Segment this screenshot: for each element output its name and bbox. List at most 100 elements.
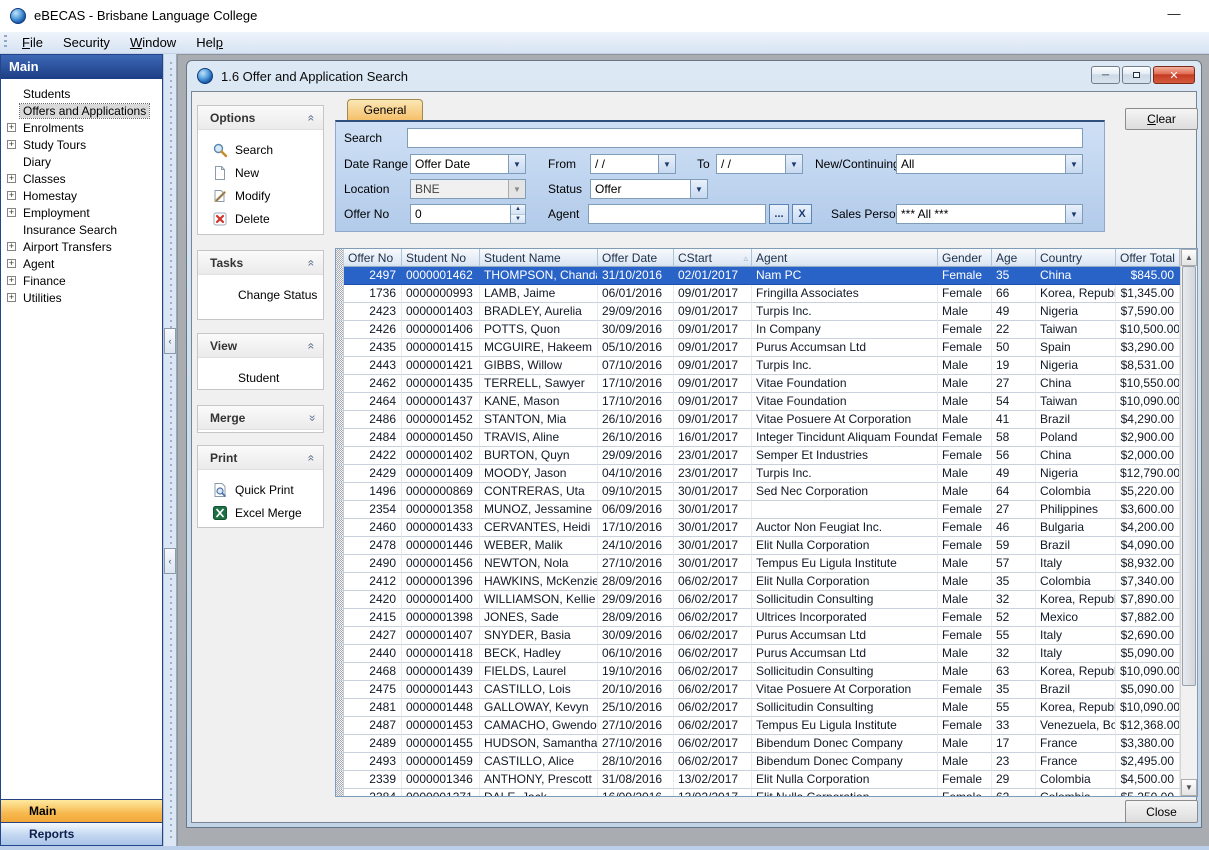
sidebar-item-utilities[interactable]: Utilities xyxy=(20,291,65,305)
table-row[interactable]: 24860000001452STANTON, Mia26/10/201609/0… xyxy=(336,411,1180,429)
task-panel-section-header[interactable]: Tasks « xyxy=(198,251,323,275)
sidebar-tree-item[interactable]: + Finance xyxy=(1,272,162,289)
chevron-double-icon[interactable]: « xyxy=(305,259,319,266)
sidebar-splitter[interactable]: ‹ ‹ xyxy=(163,54,177,846)
search-input[interactable] xyxy=(407,128,1083,148)
column-header-offer-no[interactable]: Offer No xyxy=(344,249,402,267)
sidebar-item-diary[interactable]: Diary xyxy=(20,155,54,169)
scrollbar-thumb[interactable] xyxy=(1182,266,1196,686)
table-row[interactable]: 24870000001453CAMACHO, Gwendolyn27/10/20… xyxy=(336,717,1180,735)
table-row[interactable]: 24290000001409MOODY, Jason04/10/201623/0… xyxy=(336,465,1180,483)
table-row[interactable]: 24400000001418BECK, Hadley06/10/201606/0… xyxy=(336,645,1180,663)
table-row[interactable]: 23840000001371DALE, Jack16/09/201613/02/… xyxy=(336,789,1180,796)
task-item-quick-print[interactable]: Quick Print xyxy=(198,478,323,501)
column-header-agent[interactable]: Agent xyxy=(752,249,938,267)
chevron-down-icon[interactable]: ▼ xyxy=(1065,205,1082,223)
sidebar-tree-item[interactable]: + Diary xyxy=(1,153,162,170)
collapse-sidebar-button-top[interactable]: ‹ xyxy=(164,328,176,354)
spin-down-icon[interactable]: ▼ xyxy=(511,215,525,224)
column-header-country[interactable]: Country xyxy=(1036,249,1116,267)
table-row[interactable]: 24350000001415MCGUIRE, Hakeem05/10/20160… xyxy=(336,339,1180,357)
agent-input[interactable] xyxy=(588,204,766,224)
task-panel-section-header[interactable]: Options « xyxy=(198,106,323,130)
table-row[interactable]: 24270000001407SNYDER, Basia30/09/201606/… xyxy=(336,627,1180,645)
sidebar-tree-item[interactable]: + Agent xyxy=(1,255,162,272)
sidebar-item-insurance-search[interactable]: Insurance Search xyxy=(20,223,120,237)
window-titlebar[interactable]: 1.6 Offer and Application Search ─ ✕ xyxy=(191,61,1197,91)
sidebar-item-enrolments[interactable]: Enrolments xyxy=(20,121,87,135)
table-row[interactable]: 17360000000993LAMB, Jaime06/01/201609/01… xyxy=(336,285,1180,303)
column-header-age[interactable]: Age xyxy=(992,249,1036,267)
menu-item[interactable]: File xyxy=(12,32,53,50)
sidebar-item-homestay[interactable]: Homestay xyxy=(20,189,80,203)
expand-plus-icon[interactable]: + xyxy=(7,174,16,183)
column-header-gender[interactable]: Gender xyxy=(938,249,992,267)
task-item-new[interactable]: New xyxy=(198,161,323,184)
column-header-offer-total[interactable]: Offer Total xyxy=(1116,249,1180,267)
table-row[interactable]: 24680000001439FIELDS, Laurel19/10/201606… xyxy=(336,663,1180,681)
close-window-button[interactable]: ✕ xyxy=(1153,66,1195,84)
chevron-double-icon[interactable]: « xyxy=(305,342,319,349)
expand-plus-icon[interactable]: + xyxy=(7,293,16,302)
chevron-double-icon[interactable]: « xyxy=(305,414,319,421)
task-panel-section-header[interactable]: Print « xyxy=(198,446,323,470)
sidebar-tree-item[interactable]: + Offers and Applications xyxy=(1,102,162,119)
sidebar-tree-item[interactable]: + Airport Transfers xyxy=(1,238,162,255)
table-row[interactable]: 24430000001421GIBBS, Willow07/10/201609/… xyxy=(336,357,1180,375)
expand-plus-icon[interactable]: + xyxy=(7,191,16,200)
table-row[interactable]: 24120000001396HAWKINS, McKenzie28/09/201… xyxy=(336,573,1180,591)
sidebar-tree-item[interactable]: + Classes xyxy=(1,170,162,187)
sidebar-item-airport-transfers[interactable]: Airport Transfers xyxy=(20,240,115,254)
collapse-sidebar-button-bottom[interactable]: ‹ xyxy=(164,548,176,574)
chevron-down-icon[interactable]: ▼ xyxy=(508,155,525,173)
table-row[interactable]: 24640000001437KANE, Mason17/10/201609/01… xyxy=(336,393,1180,411)
table-row[interactable]: 24750000001443CASTILLO, Lois20/10/201606… xyxy=(336,681,1180,699)
table-row[interactable]: 24970000001462THOMPSON, Chanda31/10/2016… xyxy=(336,267,1180,285)
expand-plus-icon[interactable]: + xyxy=(7,123,16,132)
offer-no-stepper[interactable]: 0 ▲▼ xyxy=(410,204,526,224)
menu-item[interactable]: Help xyxy=(186,32,233,50)
table-row[interactable]: 24890000001455HUDSON, Samantha27/10/2016… xyxy=(336,735,1180,753)
sales-person-select[interactable]: *** All ***▼ xyxy=(896,204,1083,224)
expand-plus-icon[interactable]: + xyxy=(7,242,16,251)
to-date-select[interactable]: / /▼ xyxy=(716,154,803,174)
status-select[interactable]: Offer▼ xyxy=(590,179,708,199)
new-continuing-select[interactable]: All▼ xyxy=(896,154,1083,174)
task-panel-section-header[interactable]: View « xyxy=(198,334,323,358)
chevron-double-icon[interactable]: « xyxy=(305,114,319,121)
expand-plus-icon[interactable]: + xyxy=(7,259,16,268)
sidebar-tree-item[interactable]: + Students xyxy=(1,85,162,102)
table-row[interactable]: 24230000001403BRADLEY, Aurelia29/09/2016… xyxy=(336,303,1180,321)
menu-item[interactable]: Security xyxy=(53,32,120,50)
menu-item[interactable]: Window xyxy=(120,32,186,50)
table-row[interactable]: 24840000001450TRAVIS, Aline26/10/201616/… xyxy=(336,429,1180,447)
task-item-student[interactable]: Student xyxy=(198,366,323,389)
sidebar-tree-item[interactable]: + Homestay xyxy=(1,187,162,204)
restore-button[interactable] xyxy=(1122,66,1151,84)
table-row[interactable]: 24930000001459CASTILLO, Alice28/10/20160… xyxy=(336,753,1180,771)
column-header-offer-date[interactable]: Offer Date xyxy=(598,249,674,267)
table-row[interactable]: 24150000001398JONES, Sade28/09/201606/02… xyxy=(336,609,1180,627)
task-item-modify[interactable]: Modify xyxy=(198,184,323,207)
table-row[interactable]: 14960000000869CONTRERAS, Uta09/10/201530… xyxy=(336,483,1180,501)
expand-plus-icon[interactable]: + xyxy=(7,276,16,285)
table-row[interactable]: 24780000001446WEBER, Malik24/10/201630/0… xyxy=(336,537,1180,555)
sidebar-item-offers-and-applications[interactable]: Offers and Applications xyxy=(20,104,149,118)
sidebar-item-classes[interactable]: Classes xyxy=(20,172,69,186)
sidebar-tree-item[interactable]: + Utilities xyxy=(1,289,162,306)
column-header-cstart[interactable]: CStart▵ xyxy=(674,249,752,267)
agent-browse-button[interactable]: ... xyxy=(769,204,789,224)
sidebar-item-students[interactable]: Students xyxy=(20,87,73,101)
column-header-student-no[interactable]: Student No xyxy=(402,249,480,267)
chevron-down-icon[interactable]: ▼ xyxy=(785,155,802,173)
sidebar-item-study-tours[interactable]: Study Tours xyxy=(20,138,89,152)
table-row[interactable]: 23540000001358MUNOZ, Jessamine06/09/2016… xyxy=(336,501,1180,519)
date-range-select[interactable]: Offer Date▼ xyxy=(410,154,526,174)
table-row[interactable]: 24600000001433CERVANTES, Heidi17/10/2016… xyxy=(336,519,1180,537)
table-row[interactable]: 24220000001402BURTON, Quyn29/09/201623/0… xyxy=(336,447,1180,465)
expand-plus-icon[interactable]: + xyxy=(7,208,16,217)
close-button[interactable]: Close xyxy=(1125,800,1198,823)
sidebar-item-agent[interactable]: Agent xyxy=(20,257,57,271)
sidebar-tree-item[interactable]: + Study Tours xyxy=(1,136,162,153)
task-item-excel-merge[interactable]: Excel Merge xyxy=(198,501,323,524)
